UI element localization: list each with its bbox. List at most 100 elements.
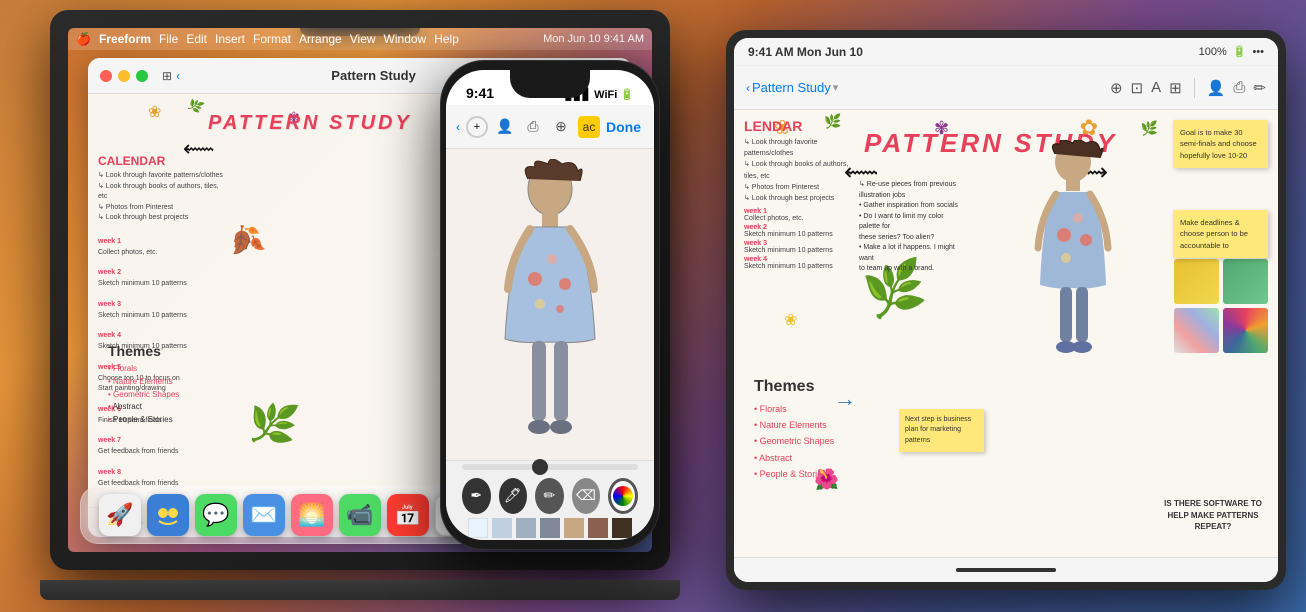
ipad-share-icon[interactable]: ⎙ <box>1233 79 1245 96</box>
brush-size-slider[interactable] <box>462 464 638 470</box>
eraser-tool-btn[interactable]: ⌫ <box>572 478 601 514</box>
dock-icon-launchpad[interactable]: 🚀 <box>99 494 141 536</box>
ipad-deco-leaf-top: 🌿 <box>1141 120 1158 137</box>
menu-bar-right: Mon Jun 10 9:41 AM <box>543 33 644 45</box>
iphone-bottom-toolbar: ✒ 🖊 ✏ ⌫ <box>446 460 654 540</box>
ipad-title: Pattern Study <box>752 80 831 95</box>
swatch-brown[interactable] <box>588 518 608 538</box>
iphone-color-btn[interactable]: ac <box>578 116 600 138</box>
ipad-view-icon[interactable]: ⊡ <box>1131 79 1144 97</box>
iphone-add-btn[interactable]: + <box>466 116 488 138</box>
file-menu[interactable]: File <box>159 32 178 46</box>
sidebar-toggle-icon[interactable]: ⊞ <box>162 69 172 83</box>
edit-menu[interactable]: Edit <box>186 32 207 46</box>
ipad-deco-flower-bottom: ❀ <box>784 310 797 330</box>
dock-icon-finder[interactable] <box>147 494 189 536</box>
ipad-back-button[interactable]: ‹ Pattern Study ▾ <box>746 80 838 95</box>
ipad-canvas[interactable]: ❀ 🌿 ✾ ✿ 🌿 ✦ PATTERN STUDY ⟿ ⟿ LENDAR ↳ L… <box>734 110 1278 582</box>
dock-icon-photos[interactable]: 🌅 <box>291 494 333 536</box>
iphone-share-icon[interactable]: ⎙ <box>522 116 544 138</box>
swatch-skin[interactable] <box>564 518 584 538</box>
dock-icon-messages[interactable]: 💬 <box>195 494 237 536</box>
themes-list-laptop: • Florals • Nature Elements • Geometric … <box>108 363 228 427</box>
insert-menu[interactable]: Insert <box>215 32 245 46</box>
red-leaf-large-laptop: 🌿 <box>244 396 301 451</box>
ipad-swatch-3 <box>1174 259 1219 304</box>
color-picker-btn[interactable] <box>608 478 638 514</box>
iphone-screen: 9:41 ▋▋▋ WiFi 🔋 ‹ + 👤 ⎙ ⊕ ac Done <box>446 70 654 540</box>
iphone-time: 9:41 <box>466 85 494 101</box>
close-button[interactable] <box>100 70 112 82</box>
ipad-toolbar-right: ⊕ ⊡ A ⊞ 👤 ⎙ ✏ <box>1110 78 1266 98</box>
iphone-people-icon[interactable]: 👤 <box>494 116 516 138</box>
swatch-dark[interactable] <box>612 518 632 538</box>
ipad-battery-label: 100% <box>1199 46 1227 58</box>
iphone-done-button[interactable]: Done <box>606 119 641 135</box>
app-name-label[interactable]: Freeform <box>99 32 151 46</box>
fullscreen-button[interactable] <box>136 70 148 82</box>
ipad-battery-icon: 🔋 <box>1233 45 1247 58</box>
help-menu[interactable]: Help <box>434 32 459 46</box>
deco-flower-1: ❀ <box>148 102 161 122</box>
marker-tool-btn[interactable]: 🖊 <box>499 478 528 514</box>
view-menu[interactable]: View <box>350 32 376 46</box>
ipad-edit-icon[interactable]: ✏ <box>1253 79 1266 97</box>
themes-title-laptop: Themes <box>108 343 228 359</box>
ipad-figure <box>1028 140 1118 365</box>
ipad-week-list: week 1Collect photos, etc. week 2Sketch … <box>744 208 854 270</box>
ipad-text-icon[interactable]: A <box>1151 79 1161 96</box>
ipad-sticky-deadlines: Make deadlines & choose person to be acc… <box>1173 210 1268 258</box>
ipad-status-bar: 9:41 AM Mon Jun 10 100% 🔋 ••• <box>734 38 1278 66</box>
iphone-notch <box>510 70 590 98</box>
swatch-blue[interactable] <box>492 518 512 538</box>
canvas-title-laptop: PATTERN STUDY <box>208 112 412 135</box>
calendar-section: CALENDAR ↳ Look through favorite pattern… <box>98 154 228 489</box>
ipad-annotation: ↳ Re-use pieces from previous illustrati… <box>859 180 959 275</box>
laptop-base <box>40 580 680 600</box>
ipad-swatch-5 <box>1174 308 1219 353</box>
ipad-divider <box>1194 78 1195 98</box>
ipad-red-plant: 🌺 <box>814 467 839 492</box>
back-nav-label[interactable]: ‹ <box>176 69 180 83</box>
ipad-blue-arrow: → <box>834 386 856 412</box>
iphone-back-button[interactable]: ‹ <box>456 120 460 134</box>
brush-tool-btn[interactable]: ✏ <box>535 478 564 514</box>
ipad-chevron[interactable]: ▾ <box>833 81 839 94</box>
window-menu[interactable]: Window <box>384 32 427 46</box>
ipad-screen: 9:41 AM Mon Jun 10 100% 🔋 ••• ‹ Pattern … <box>734 38 1278 582</box>
iphone-wifi-icon: WiFi <box>594 89 617 101</box>
tool-buttons: ✒ 🖊 ✏ ⌫ <box>462 478 638 514</box>
ipad-sticky-nextstep: Next step is business plan for marketing… <box>899 409 984 453</box>
iphone-more-icon[interactable]: ⊕ <box>550 116 572 138</box>
ipad-options-icon[interactable]: ••• <box>1252 46 1264 58</box>
iphone-canvas[interactable] <box>446 149 654 460</box>
ipad-swatch-4 <box>1223 259 1268 304</box>
ipad-swatch-6 <box>1223 308 1268 353</box>
ipad: 9:41 AM Mon Jun 10 100% 🔋 ••• ‹ Pattern … <box>726 30 1286 590</box>
apple-menu[interactable]: 🍎 <box>76 32 91 46</box>
ipad-search-icon[interactable]: ⊕ <box>1110 79 1123 97</box>
ipad-time: 9:41 AM Mon Jun 10 <box>748 45 863 59</box>
arrange-menu[interactable]: Arrange <box>299 32 342 46</box>
format-menu[interactable]: Format <box>253 32 291 46</box>
iphone-battery: 🔋 <box>620 88 634 101</box>
color-swatch-row <box>462 518 638 538</box>
minimize-button[interactable] <box>118 70 130 82</box>
dock-icon-calendar[interactable]: 📅 <box>387 494 429 536</box>
dock-icon-facetime[interactable]: 📹 <box>339 494 381 536</box>
ipad-collab-icon[interactable]: 👤 <box>1207 79 1226 97</box>
swatch-gray[interactable] <box>540 518 560 538</box>
ipad-calendar-items: ↳ Look through favorite patterns/clothes… <box>744 137 854 204</box>
dock-icon-mail[interactable]: ✉️ <box>243 494 285 536</box>
swatch-slate[interactable] <box>516 518 536 538</box>
red-leaf-laptop: 🍂 <box>223 219 267 262</box>
window-title: Pattern Study <box>331 68 416 83</box>
ipad-media-icon[interactable]: ⊞ <box>1169 79 1182 97</box>
calendar-checklist: ↳ Look through favorite patterns/clothes… <box>98 171 228 224</box>
iphone-drawing-area <box>446 149 654 460</box>
swatch-white[interactable] <box>468 518 488 538</box>
traffic-lights <box>100 70 148 82</box>
pen-tool-btn[interactable]: ✒ <box>462 478 491 514</box>
deco-stem-1: 🌿 <box>186 96 206 116</box>
ipad-battery-indicator: 100% 🔋 ••• <box>1199 45 1264 58</box>
